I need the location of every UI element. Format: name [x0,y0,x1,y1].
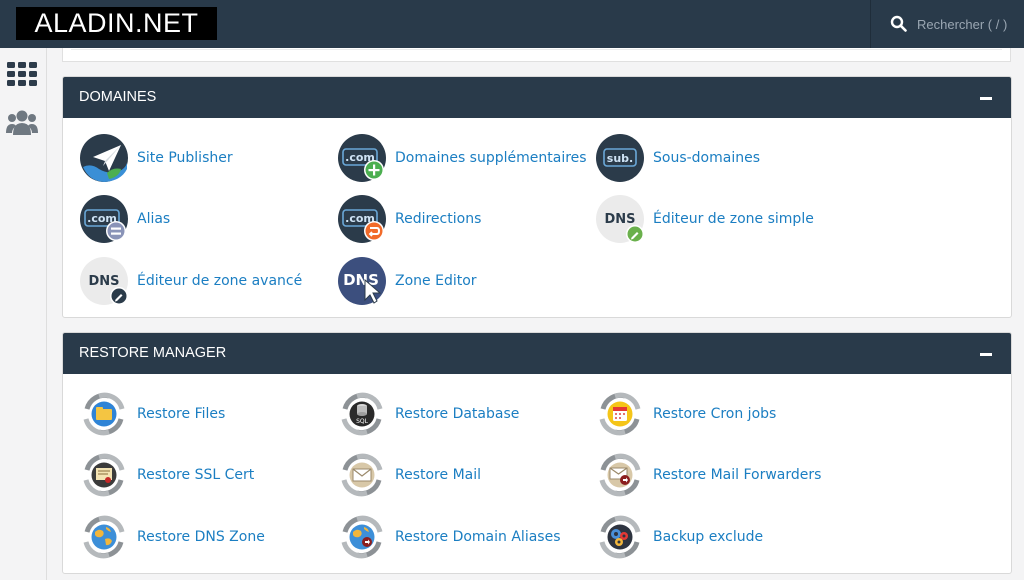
site-publisher-icon [80,134,128,182]
redirects-icon: .com [338,195,386,243]
tool-site-publisher[interactable]: Site Publisher [79,133,233,183]
svg-text:DNS: DNS [88,274,119,289]
backup-exclude-icon [599,515,641,559]
tool-label: Sous-domaines [653,150,761,166]
addon-domains-icon: .com [338,134,386,182]
tool-advanced-zone-editor[interactable]: DNS Éditeur de zone avancé [79,256,302,306]
search-input[interactable] [917,14,1017,34]
domains-panel: DOMAINES Site Publisher .com Domaines su… [62,76,1012,318]
restore-dns-icon [83,515,125,559]
tool-label: Éditeur de zone simple [653,211,814,227]
restore-files-icon [83,392,125,436]
tool-addon-domains[interactable]: .com Domaines supplémentaires [337,133,587,183]
collapse-icon[interactable] [979,92,993,104]
users-icon [6,110,38,135]
tool-aliases[interactable]: .com Alias [79,194,170,244]
tool-label: Alias [137,211,171,227]
advanced-zone-editor-icon: DNS [80,257,128,305]
tool-restore-ssl[interactable]: Restore SSL Cert [79,450,254,500]
restore-cron-icon [599,392,641,436]
tool-subdomains[interactable]: sub. Sous-domaines [595,133,760,183]
grid-icon [7,62,37,86]
restore-panel-header[interactable]: RESTORE MANAGER [63,333,1011,374]
tool-restore-files[interactable]: Restore Files [79,389,225,439]
tool-label: Restore DNS Zone [137,529,265,545]
svg-text:DNS: DNS [343,271,379,289]
tool-label: Zone Editor [395,273,477,289]
svg-text:DNS: DNS [604,212,635,227]
restore-mail-icon [341,453,383,497]
tool-label: Restore SSL Cert [137,467,255,483]
restore-ssl-icon [83,453,125,497]
tool-restore-forwarders[interactable]: Restore Mail Forwarders [595,450,821,500]
top-navbar: ALADIN.NET [0,0,1024,48]
search-bar[interactable] [870,0,1024,48]
tool-redirects[interactable]: .com Redirections [337,194,481,244]
tool-zone-editor[interactable]: DNS Zone Editor [337,256,477,306]
tool-label: Restore Mail Forwarders [653,467,822,483]
search-icon[interactable] [890,15,907,32]
tool-label: Restore Database [395,406,520,422]
sidebar-item-users[interactable] [5,106,39,140]
brand-logo[interactable]: ALADIN.NET [16,7,217,40]
tool-label: Domaines supplémentaires [395,150,587,166]
tool-restore-cron[interactable]: Restore Cron jobs [595,389,776,439]
tool-restore-dns[interactable]: Restore DNS Zone [79,512,265,562]
sidebar [0,48,47,580]
domains-panel-header[interactable]: DOMAINES [63,77,1011,118]
tool-restore-database[interactable]: SQL Restore Database [337,389,519,439]
restore-manager-panel: RESTORE MANAGER Restore Files SQL Restor… [62,332,1012,574]
sidebar-item-tools[interactable] [5,57,39,91]
tool-backup-exclude[interactable]: Backup exclude [595,512,763,562]
collapse-icon[interactable] [979,348,993,360]
previous-panel-edge [62,48,1011,62]
tool-label: Restore Files [137,406,226,422]
tool-simple-zone-editor[interactable]: DNS Éditeur de zone simple [595,194,814,244]
tool-label: Redirections [395,211,482,227]
svg-text:SQL: SQL [356,418,369,425]
restore-panel-title: RESTORE MANAGER [79,345,227,361]
tool-label: Backup exclude [653,529,764,545]
tool-label: Restore Mail [395,467,482,483]
tool-restore-aliases[interactable]: Restore Domain Aliases [337,512,560,562]
svg-text:sub.: sub. [607,152,633,165]
subdomains-icon: sub. [596,134,644,182]
restore-forwarders-icon [599,453,641,497]
zone-editor-icon: DNS [338,257,386,305]
tool-label: Restore Cron jobs [653,406,777,422]
restore-aliases-icon [341,515,383,559]
tool-label: Éditeur de zone avancé [137,273,303,289]
restore-database-icon: SQL [341,392,383,436]
simple-zone-editor-icon: DNS [596,195,644,243]
aliases-icon: .com [80,195,128,243]
domains-panel-title: DOMAINES [79,89,157,105]
tool-restore-mail[interactable]: Restore Mail [337,450,481,500]
tool-label: Site Publisher [137,150,233,166]
tool-label: Restore Domain Aliases [395,529,561,545]
